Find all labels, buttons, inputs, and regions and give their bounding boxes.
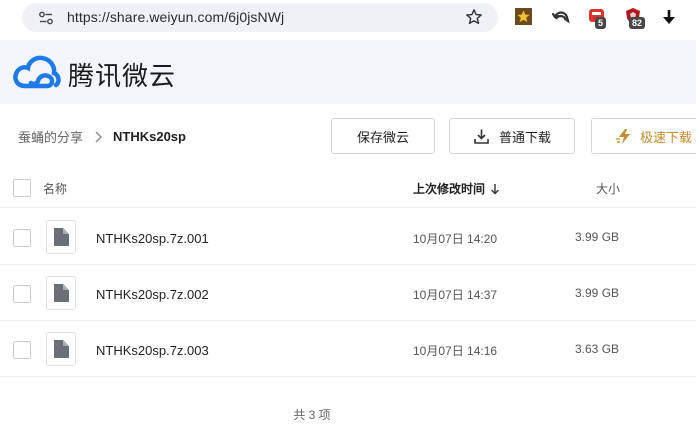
file-modified-time: 10月07日 14:16 (413, 344, 498, 358)
bookmark-star-icon[interactable] (465, 8, 483, 26)
document-icon (54, 228, 69, 246)
shield-extension[interactable]: 82 (623, 6, 651, 32)
site-info-icon[interactable] (38, 10, 54, 26)
file-icon (46, 220, 76, 254)
file-modified-time: 10月07日 14:20 (413, 232, 498, 246)
normal-download-button[interactable]: 普通下载 (449, 118, 575, 154)
document-icon (54, 340, 69, 358)
url-text[interactable]: https://share.weiyun.com/6j0jsNWj (67, 9, 284, 25)
file-icon (46, 332, 76, 366)
table-row[interactable]: NTHKs20sp.7z.001 10月07日 14:20 3.99 GB (0, 209, 696, 265)
site-header: 腾讯微云 (0, 40, 696, 104)
item-count-footer: 共 3 项 (0, 406, 696, 423)
fast-download-label: 极速下载 (640, 129, 693, 145)
chevron-right-icon (95, 131, 103, 142)
document-icon (54, 284, 69, 302)
file-table-header: 名称 上次修改时间 大小 (0, 168, 696, 208)
download-arrow-icon[interactable] (659, 7, 681, 29)
save-button-label: 保存微云 (356, 129, 409, 145)
browser-toolbar: https://share.weiyun.com/6j0jsNWj 5 82 (0, 0, 696, 36)
breadcrumb: 蚕蛹的分享 NTHKs20sp (18, 127, 186, 146)
file-name[interactable]: NTHKs20sp.7z.003 (96, 343, 209, 358)
column-header-time[interactable]: 上次修改时间 (413, 180, 500, 197)
breadcrumb-current: NTHKs20sp (113, 129, 186, 144)
address-bar[interactable]: https://share.weiyun.com/6j0jsNWj (22, 3, 498, 32)
lightning-icon (616, 128, 630, 144)
fast-download-button[interactable]: 极速下载 (591, 118, 696, 154)
select-all-checkbox[interactable] (13, 179, 31, 197)
file-name[interactable]: NTHKs20sp.7z.001 (96, 231, 209, 246)
weiyun-cloud-logo-icon[interactable] (11, 53, 61, 91)
file-size: 3.99 GB (575, 286, 620, 300)
file-size: 3.63 GB (575, 342, 620, 356)
column-header-size[interactable]: 大小 (596, 180, 620, 197)
breadcrumb-parent-link[interactable]: 蚕蛹的分享 (18, 127, 83, 146)
row-checkbox[interactable] (13, 285, 31, 303)
row-checkbox[interactable] (13, 341, 31, 359)
table-row[interactable]: NTHKs20sp.7z.002 10月07日 14:37 3.99 GB (0, 265, 696, 321)
back-arrow-extension-icon[interactable] (551, 7, 573, 29)
save-to-weiyun-button[interactable]: 保存微云 (331, 118, 435, 154)
column-header-time-label: 上次修改时间 (413, 182, 486, 196)
column-header-name[interactable]: 名称 (43, 180, 67, 197)
star-extension-icon[interactable] (514, 7, 536, 29)
row-checkbox[interactable] (13, 229, 31, 247)
file-modified-time: 10月07日 14:37 (413, 288, 498, 302)
sort-descending-icon (491, 183, 500, 194)
file-size: 3.99 GB (575, 230, 620, 244)
extension-badge: 82 (629, 17, 646, 29)
extension-badge: 5 (595, 17, 607, 29)
file-icon (46, 276, 76, 310)
table-row[interactable]: NTHKs20sp.7z.003 10月07日 14:16 3.63 GB (0, 321, 696, 377)
red-extension[interactable]: 5 (587, 6, 613, 32)
item-count-text: 共 3 项 (293, 408, 331, 422)
download-icon (474, 129, 489, 144)
file-name[interactable]: NTHKs20sp.7z.002 (96, 287, 209, 302)
download-button-label: 普通下载 (498, 129, 551, 145)
logo-text[interactable]: 腾讯微云 (68, 56, 176, 93)
